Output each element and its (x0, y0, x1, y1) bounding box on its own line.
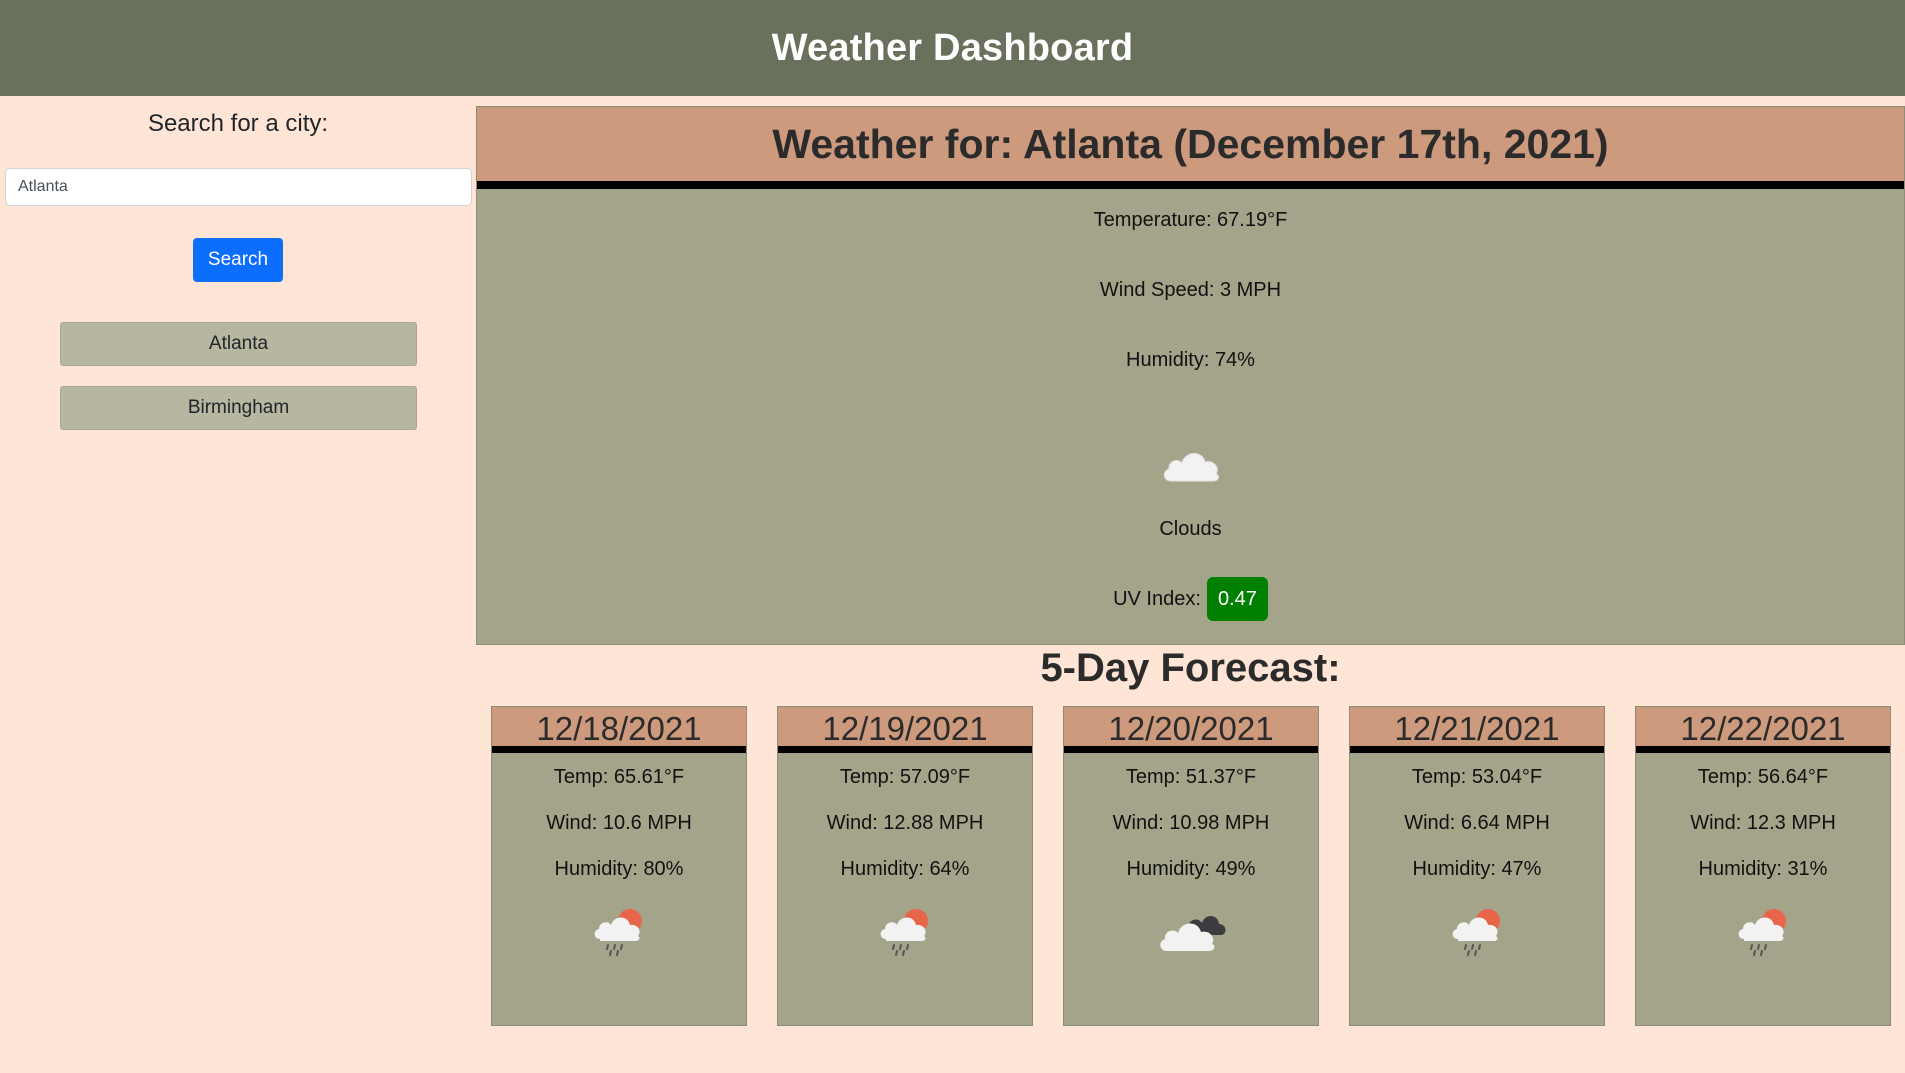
forecast-card: 12/18/2021 Temp: 65.61°F Wind: 10.6 MPH … (491, 706, 747, 1026)
app-header: Weather Dashboard (0, 0, 1905, 96)
forecast-wind: Wind: 10.98 MPH (1112, 812, 1270, 834)
forecast-date: 12/22/2021 (1636, 707, 1890, 753)
forecast-humidity: Humidity: 49% (1126, 858, 1256, 880)
forecast-humidity: Humidity: 31% (1698, 858, 1828, 880)
history-button-atlanta[interactable]: Atlanta (60, 322, 417, 366)
rain-sun-icon (1452, 909, 1500, 956)
forecast-humidity: Humidity: 80% (554, 858, 684, 880)
forecast-temp: Temp: 56.64°F (1697, 766, 1829, 788)
forecast-card: 12/21/2021 Temp: 53.04°F Wind: 6.64 MPH … (1349, 706, 1605, 1026)
page-title: Weather Dashboard (771, 26, 1134, 69)
rain-sun-icon (594, 909, 642, 956)
uv-index-label: UV Index: (1113, 587, 1201, 610)
current-temperature: Temperature: 67.19°F (1093, 209, 1288, 231)
search-button[interactable]: Search (193, 238, 283, 282)
forecast-temp: Temp: 65.61°F (553, 766, 685, 788)
forecast-date: 12/21/2021 (1350, 707, 1604, 753)
current-weather-title: Weather for: Atlanta (December 17th, 202… (477, 107, 1904, 189)
forecast-title: 5-Day Forecast: (1040, 646, 1341, 690)
city-search-input[interactable] (5, 168, 472, 206)
forecast-wind: Wind: 6.64 MPH (1404, 812, 1550, 834)
forecast-temp: Temp: 51.37°F (1125, 766, 1257, 788)
broken-clouds-icon (1160, 915, 1226, 951)
rain-sun-icon (880, 909, 928, 956)
uv-index-badge: 0.47 (1206, 577, 1268, 621)
current-weather-description: Clouds (1159, 518, 1222, 540)
forecast-wind: Wind: 12.88 MPH (826, 812, 984, 834)
forecast-card: 12/22/2021 Temp: 56.64°F Wind: 12.3 MPH … (1635, 706, 1891, 1026)
current-humidity: Humidity: 74% (1126, 349, 1255, 371)
forecast-card: 12/20/2021 Temp: 51.37°F Wind: 10.98 MPH… (1063, 706, 1319, 1026)
forecast-date: 12/20/2021 (1064, 707, 1318, 753)
clouds-icon (1163, 453, 1220, 482)
search-label: Search for a city: (147, 110, 329, 137)
forecast-card: 12/19/2021 Temp: 57.09°F Wind: 12.88 MPH… (777, 706, 1033, 1026)
forecast-temp: Temp: 57.09°F (839, 766, 971, 788)
forecast-wind: Wind: 12.3 MPH (1690, 812, 1836, 834)
forecast-temp: Temp: 53.04°F (1411, 766, 1543, 788)
forecast-humidity: Humidity: 64% (840, 858, 970, 880)
current-weather-card: Weather for: Atlanta (December 17th, 202… (476, 106, 1905, 645)
forecast-date: 12/19/2021 (778, 707, 1032, 753)
history-button-birmingham[interactable]: Birmingham (60, 386, 417, 430)
sidebar: Search for a city: Search Atlanta Birmin… (0, 96, 476, 1073)
uv-index-row: UV Index: 0.47 (477, 577, 1904, 621)
current-wind-speed: Wind Speed: 3 MPH (1099, 279, 1282, 301)
forecast-humidity: Humidity: 47% (1412, 858, 1542, 880)
rain-sun-icon (1738, 909, 1786, 956)
forecast-date: 12/18/2021 (492, 707, 746, 753)
forecast-wind: Wind: 10.6 MPH (546, 812, 692, 834)
